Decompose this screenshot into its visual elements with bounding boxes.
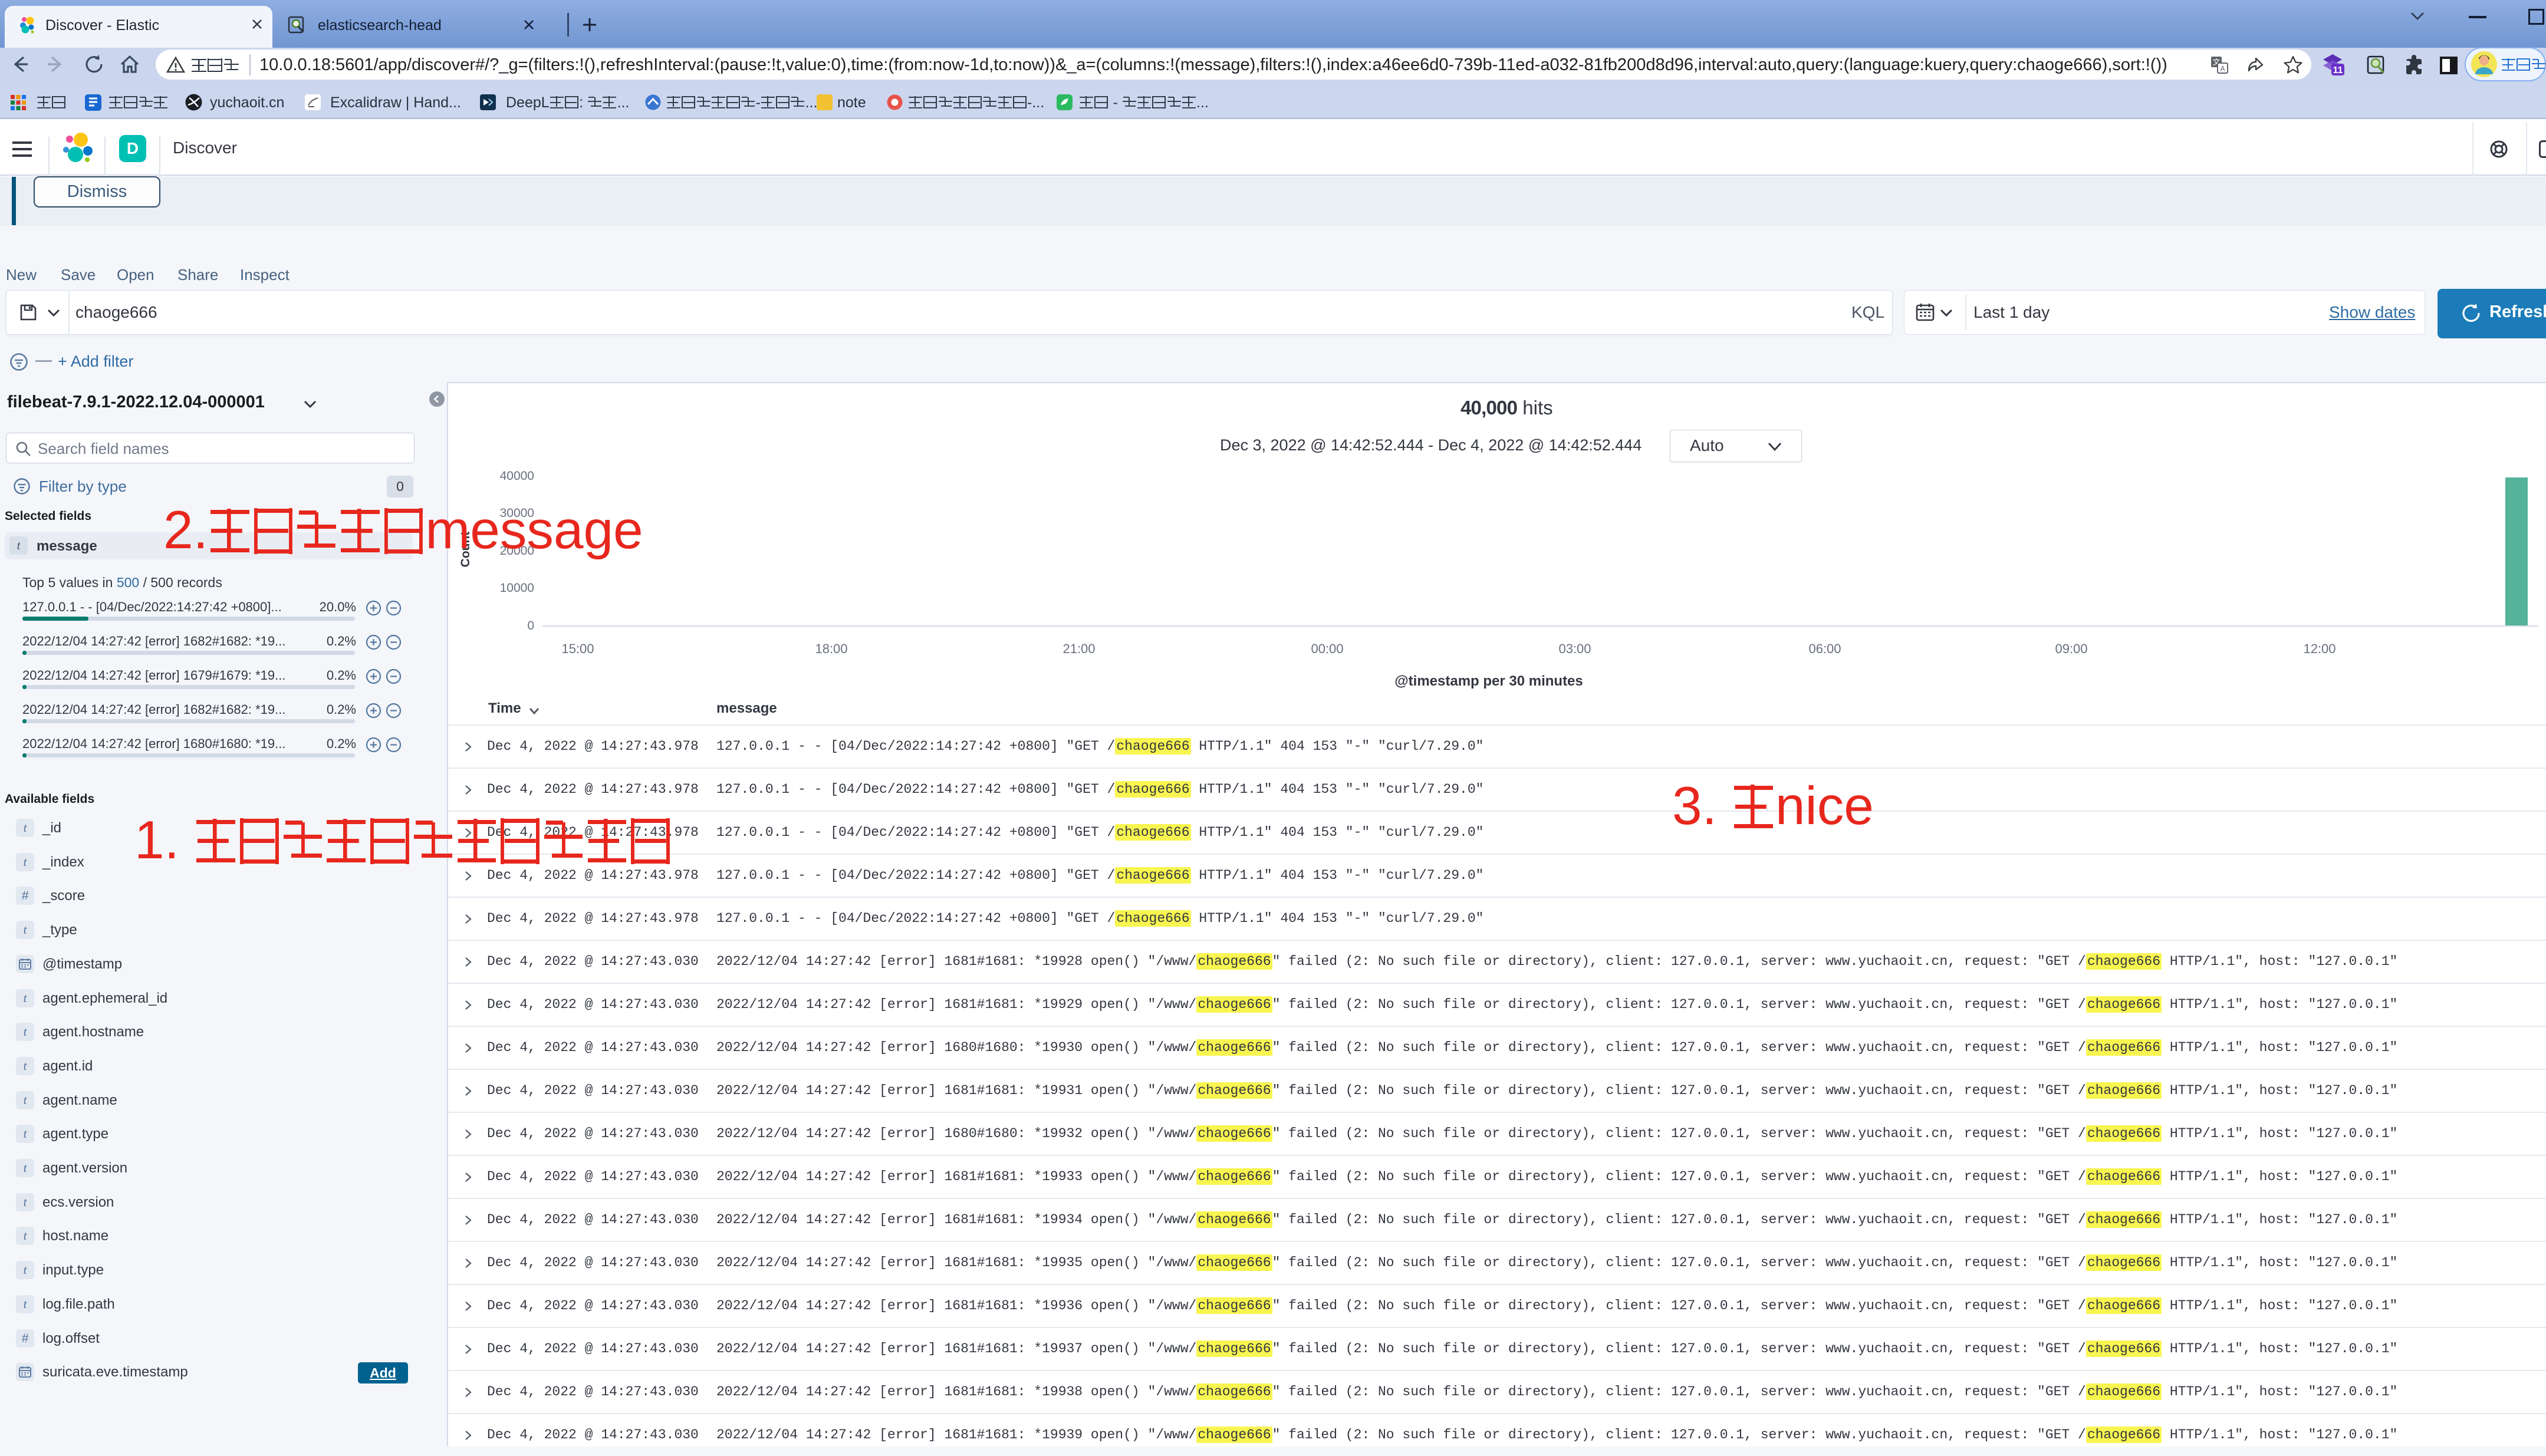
- svg-text:A: A: [2220, 65, 2225, 73]
- svg-text:11: 11: [2333, 65, 2343, 75]
